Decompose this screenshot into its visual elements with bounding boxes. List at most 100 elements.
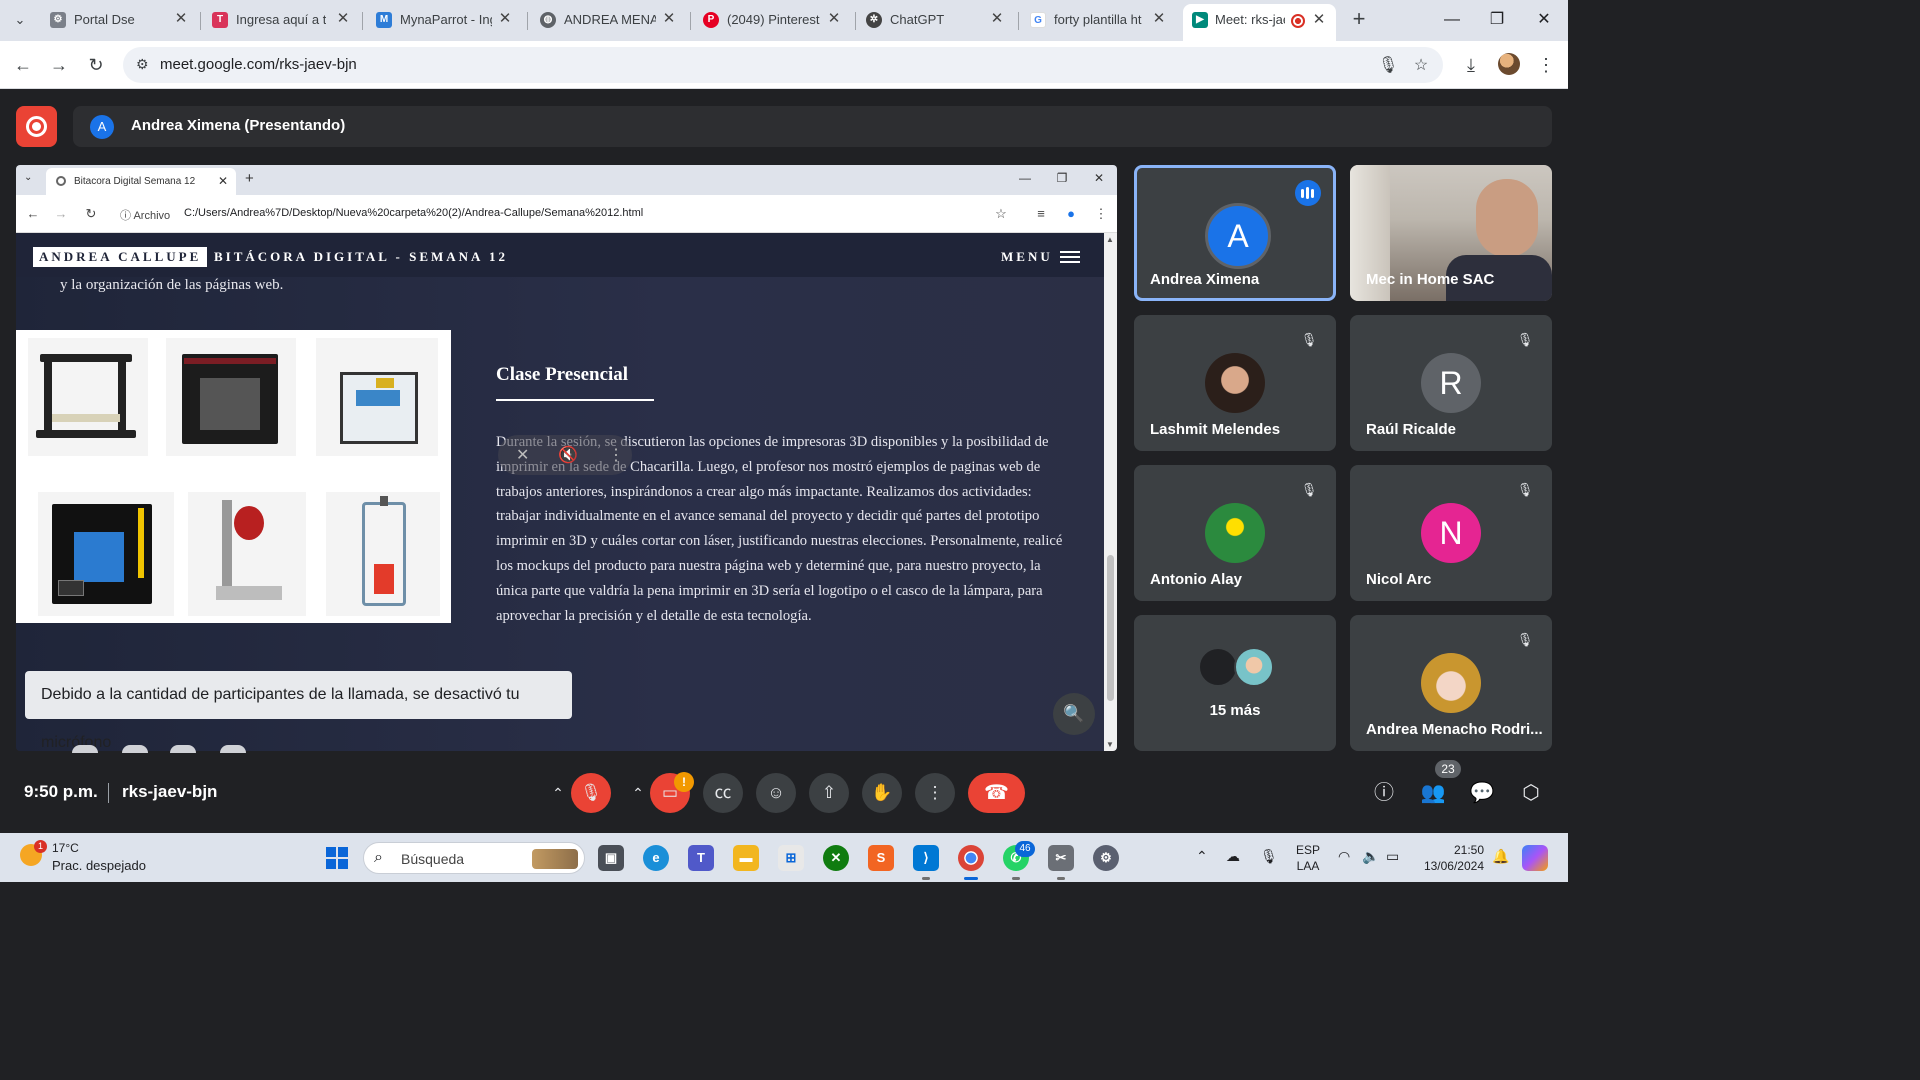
- recording-button[interactable]: [16, 106, 57, 147]
- edge-icon[interactable]: e: [643, 845, 669, 871]
- minimize-icon: —: [1019, 171, 1031, 185]
- restore-icon[interactable]: ❐: [1485, 8, 1509, 32]
- avatar: R: [1421, 353, 1481, 413]
- copilot-icon[interactable]: [1522, 845, 1548, 871]
- presenter-bar[interactable]: A Andrea Ximena (Presentando): [73, 106, 1552, 147]
- close-tab-icon[interactable]: ✕: [334, 10, 352, 28]
- bookmark-star-icon: ☆: [995, 206, 1007, 221]
- snipping-tool-icon[interactable]: ✂: [1048, 845, 1074, 880]
- notification-bell-icon[interactable]: 🔔: [1492, 848, 1509, 865]
- site-info-icon[interactable]: ⚙: [136, 56, 149, 73]
- chrome-menu-icon[interactable]: ⋮: [1533, 52, 1559, 78]
- avatar: [1234, 647, 1274, 687]
- tab-divider: [200, 12, 201, 30]
- participant-tile-lashmit[interactable]: 🎙 Lashmit Melendes: [1134, 315, 1336, 451]
- presenter-avatar: A: [90, 115, 114, 139]
- temperature: 17°C: [52, 841, 79, 855]
- file-explorer-icon[interactable]: ▬: [733, 845, 759, 871]
- download-icon[interactable]: ⤓: [1458, 52, 1484, 78]
- hang-up-button[interactable]: ☎: [968, 773, 1025, 813]
- wifi-icon[interactable]: ◠: [1338, 848, 1350, 865]
- browser-toolbar: ← → ↻ ⚙ meet.google.com/rks-jaev-bjn 🎙 ☆…: [0, 41, 1568, 89]
- close-tab-icon[interactable]: ✕: [496, 10, 514, 28]
- close-tab-icon[interactable]: ✕: [172, 10, 190, 28]
- url-text[interactable]: meet.google.com/rks-jaev-bjn: [160, 56, 357, 73]
- tab-ingresa[interactable]: T Ingresa aquí a tu ✕: [212, 6, 352, 35]
- printer-image: [326, 492, 440, 616]
- forward-icon: →: [54, 206, 68, 221]
- new-tab-button[interactable]: +: [1347, 8, 1371, 32]
- zoom-icon[interactable]: 🔍: [1053, 693, 1095, 735]
- participant-tile-raul[interactable]: 🎙 R Raúl Ricalde: [1350, 315, 1552, 451]
- xbox-icon[interactable]: ✕: [823, 845, 849, 871]
- windows-start-icon[interactable]: [326, 847, 348, 869]
- tab-pinterest[interactable]: P (2049) Pinterest ✕: [703, 6, 843, 35]
- battery-icon[interactable]: ▭: [1386, 848, 1399, 865]
- microphone-icon[interactable]: 🎙: [1260, 848, 1278, 865]
- sublime-icon[interactable]: S: [868, 845, 894, 871]
- participant-tile-mec-in-home[interactable]: Mec in Home SAC: [1350, 165, 1552, 301]
- chat-icon[interactable]: 💬: [1468, 779, 1496, 807]
- forward-icon[interactable]: →: [46, 52, 72, 78]
- section-underline: [496, 399, 654, 401]
- microphone-icon[interactable]: 🎙: [1378, 56, 1398, 76]
- reload-icon[interactable]: ↻: [83, 52, 109, 78]
- tab-mynaparrot[interactable]: M MynaParrot - Ing ✕: [376, 6, 514, 35]
- task-view-icon[interactable]: ▣: [598, 845, 624, 871]
- language-indicator[interactable]: ESP LAA: [1296, 842, 1320, 874]
- video-feed: [1476, 179, 1538, 257]
- settings-icon[interactable]: ⚙: [1093, 845, 1119, 871]
- partial-icon: [72, 745, 98, 753]
- info-icon[interactable]: ⓘ: [1370, 779, 1398, 807]
- close-tab-icon[interactable]: ✕: [988, 10, 1006, 28]
- present-button[interactable]: ⇧: [809, 773, 849, 813]
- taskbar-search[interactable]: ⌕ Búsqueda: [363, 842, 585, 874]
- close-window-icon[interactable]: ✕: [1532, 8, 1556, 32]
- mic-off-icon: 🎙: [1300, 482, 1318, 497]
- raise-hand-button[interactable]: ✋: [862, 773, 902, 813]
- tab-portal-dse[interactable]: ⚙ Portal Dse ✕: [50, 6, 190, 35]
- chrome-icon[interactable]: [958, 845, 984, 880]
- tab-forty-plantilla[interactable]: G forty plantilla htr ✕: [1030, 6, 1168, 35]
- file-path: C:/Users/Andrea%7D/Desktop/Nueva%20carpe…: [184, 207, 644, 219]
- back-icon[interactable]: ←: [10, 52, 36, 78]
- system-clock[interactable]: 21:50 13/06/2024: [1418, 842, 1484, 874]
- participant-tile-more[interactable]: 15 más: [1134, 615, 1336, 751]
- printer-image: [316, 338, 438, 456]
- cloud-icon[interactable]: ☁: [1226, 848, 1240, 865]
- vscode-icon[interactable]: ⟩: [913, 845, 939, 880]
- weather-badge: 1: [34, 840, 47, 853]
- store-icon[interactable]: ⊞: [778, 845, 804, 871]
- mic-off-icon: 🎙: [1516, 632, 1534, 647]
- people-icon[interactable]: 👥: [1419, 779, 1447, 807]
- presenter-label: Andrea Ximena (Presentando): [131, 117, 346, 134]
- participant-tile-andrea-ximena[interactable]: A Andrea Ximena: [1134, 165, 1336, 301]
- activities-icon[interactable]: ⬡: [1517, 779, 1545, 807]
- tab-chatgpt[interactable]: ✲ ChatGPT ✕: [866, 6, 1006, 35]
- captions-button[interactable]: ㏄: [703, 773, 743, 813]
- participant-tile-antonio[interactable]: 🎙 Antonio Alay: [1134, 465, 1336, 601]
- teams-icon[interactable]: T: [688, 845, 714, 871]
- bookmark-star-icon[interactable]: ☆: [1411, 56, 1431, 76]
- close-tab-icon[interactable]: ✕: [1310, 11, 1328, 29]
- participant-tile-andrea-menacho[interactable]: 🎙 Andrea Menacho Rodri...: [1350, 615, 1552, 751]
- tab-search-button[interactable]: ⌄: [8, 8, 32, 32]
- tab-meet[interactable]: ▶ Meet: rks-jae ✕: [1183, 4, 1336, 41]
- mic-off-icon: 🎙: [1300, 332, 1318, 347]
- emoji-button[interactable]: ☺: [756, 773, 796, 813]
- audio-options-icon[interactable]: ⌃: [545, 780, 571, 806]
- volume-icon[interactable]: 🔈: [1362, 848, 1379, 865]
- close-tab-icon[interactable]: ✕: [660, 10, 678, 28]
- more-options-button[interactable]: ⋮: [915, 773, 955, 813]
- close-tab-icon[interactable]: ✕: [1150, 10, 1168, 28]
- participant-tile-nicol[interactable]: 🎙 N Nicol Arc: [1350, 465, 1552, 601]
- minimize-icon[interactable]: —: [1440, 8, 1464, 32]
- profile-avatar[interactable]: [1498, 53, 1520, 75]
- mic-off-button[interactable]: 🎙: [571, 773, 611, 813]
- close-tab-icon[interactable]: ✕: [825, 10, 843, 28]
- chevron-up-icon[interactable]: ⌃: [1196, 848, 1208, 865]
- address-bar[interactable]: ⚙ meet.google.com/rks-jaev-bjn 🎙 ☆: [123, 47, 1443, 83]
- warning-badge: !: [674, 772, 694, 792]
- video-options-icon[interactable]: ⌃: [625, 780, 651, 806]
- tab-andrea-menac[interactable]: ◍ ANDREA MENAC ✕: [540, 6, 678, 35]
